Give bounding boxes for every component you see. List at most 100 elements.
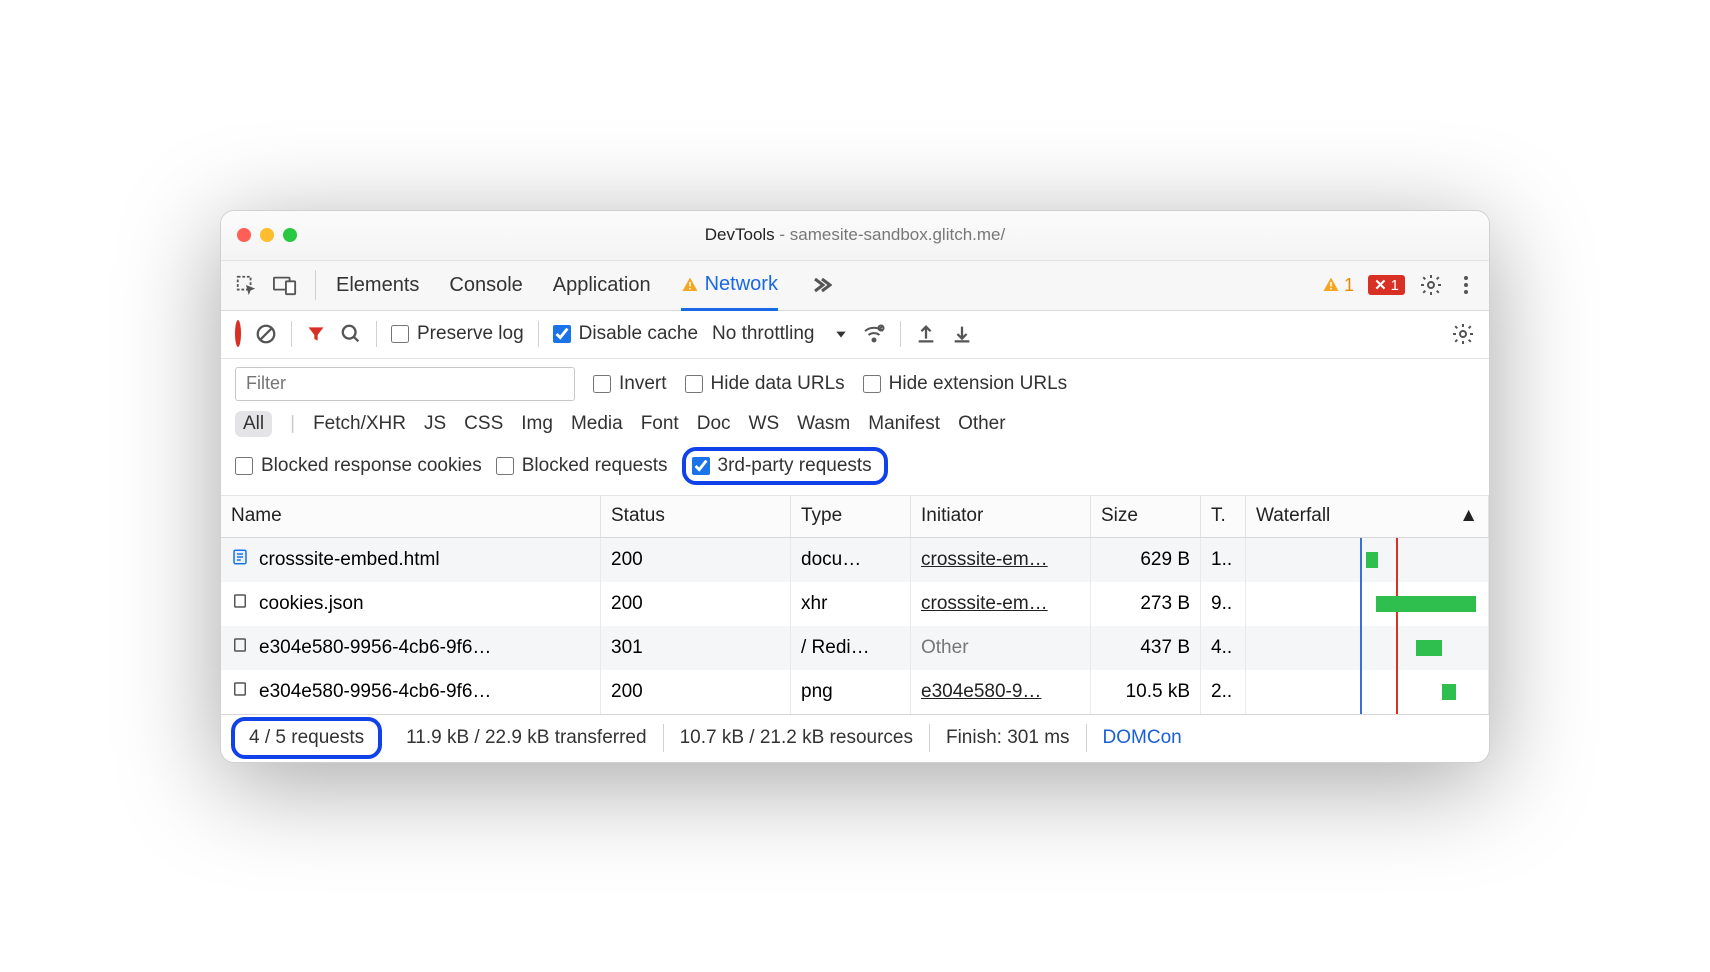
chip-js[interactable]: JS <box>424 413 446 435</box>
cell-waterfall <box>1246 538 1489 582</box>
request-name: e304e580-9956-4cb6-9f6… <box>259 681 491 703</box>
clear-icon[interactable] <box>255 323 277 345</box>
tab-network[interactable]: Network <box>681 273 778 311</box>
wifi-icon[interactable] <box>862 322 886 346</box>
more-tabs-icon[interactable] <box>808 273 832 297</box>
cell-status: 200 <box>601 670 791 714</box>
status-resources: 10.7 kB / 21.2 kB resources <box>664 724 930 752</box>
col-status[interactable]: Status <box>601 496 791 537</box>
cell-size: 437 B <box>1091 626 1201 670</box>
invert-checkbox[interactable]: Invert <box>593 373 667 395</box>
tab-application[interactable]: Application <box>553 274 651 297</box>
requests-count: 4 / 5 requests <box>249 727 364 748</box>
file-icon <box>231 636 249 660</box>
chip-wasm[interactable]: Wasm <box>797 413 850 435</box>
network-toolbar: Preserve log Disable cache No throttling <box>221 311 1489 359</box>
titlebar: DevTools - samesite-sandbox.glitch.me/ <box>221 211 1489 261</box>
hide-data-urls-checkbox[interactable]: Hide data URLs <box>685 373 845 395</box>
devtools-window: DevTools - samesite-sandbox.glitch.me/ E… <box>220 210 1490 763</box>
cell-waterfall <box>1246 670 1489 714</box>
inspect-icon[interactable] <box>235 274 257 296</box>
errors-badge[interactable]: ✕1 <box>1368 275 1405 295</box>
network-table-body: crosssite-embed.html200docu…crosssite-em… <box>221 538 1489 714</box>
chip-media[interactable]: Media <box>571 413 623 435</box>
col-name[interactable]: Name <box>221 496 601 537</box>
col-size[interactable]: Size <box>1091 496 1201 537</box>
status-dom[interactable]: DOMCon <box>1087 724 1198 752</box>
search-icon[interactable] <box>340 323 362 345</box>
waterfall-bar <box>1366 552 1378 568</box>
waterfall-bar <box>1376 596 1476 612</box>
device-icon[interactable] <box>273 274 297 296</box>
preserve-log-checkbox[interactable]: Preserve log <box>391 323 524 345</box>
chip-manifest[interactable]: Manifest <box>868 413 940 435</box>
blocked-requests-checkbox[interactable]: Blocked requests <box>496 455 668 477</box>
cell-size: 273 B <box>1091 582 1201 626</box>
cell-type: / Redi… <box>791 626 911 670</box>
chevron-down-icon <box>834 327 848 341</box>
cell-waterfall <box>1246 582 1489 626</box>
hide-extension-urls-checkbox[interactable]: Hide extension URLs <box>863 373 1067 395</box>
file-icon <box>231 548 249 572</box>
status-finish: Finish: 301 ms <box>930 724 1087 752</box>
col-type[interactable]: Type <box>791 496 911 537</box>
table-row[interactable]: cookies.json 200xhr crosssite-em… 273 B9.. <box>221 582 1489 626</box>
cell-initiator: e304e580-9… <box>911 670 1091 714</box>
chip-ws[interactable]: WS <box>749 413 780 435</box>
blocked-cookies-checkbox[interactable]: Blocked response cookies <box>235 455 482 477</box>
table-row[interactable]: crosssite-embed.html200docu… crosssite-em… <box>221 538 1489 582</box>
waterfall-bar <box>1416 640 1442 656</box>
chip-doc[interactable]: Doc <box>697 413 731 435</box>
cell-status: 301 <box>601 626 791 670</box>
filter-input[interactable] <box>235 367 575 401</box>
col-initiator[interactable]: Initiator <box>911 496 1091 537</box>
filter-icon[interactable] <box>306 324 326 344</box>
chip-other[interactable]: Other <box>958 413 1006 435</box>
initiator-link[interactable]: crosssite-em… <box>921 549 1048 571</box>
window-title: DevTools - samesite-sandbox.glitch.me/ <box>221 225 1489 245</box>
cell-time: 2.. <box>1201 670 1246 714</box>
resource-type-chips: All | Fetch/XHR JS CSS Img Media Font Do… <box>235 411 1475 437</box>
download-icon[interactable] <box>951 323 973 345</box>
chip-fetch[interactable]: Fetch/XHR <box>313 413 406 435</box>
chip-all[interactable]: All <box>235 411 272 437</box>
cell-waterfall <box>1246 626 1489 670</box>
network-statusbar: 4 / 5 requests 11.9 kB / 22.9 kB transfe… <box>221 714 1489 762</box>
third-party-checkbox[interactable]: 3rd-party requests <box>692 455 872 477</box>
cell-status: 200 <box>601 582 791 626</box>
gear-icon[interactable] <box>1419 273 1443 297</box>
chip-css[interactable]: CSS <box>464 413 503 435</box>
cell-time: 9.. <box>1201 582 1246 626</box>
cell-name: crosssite-embed.html <box>221 538 601 582</box>
tab-console[interactable]: Console <box>449 274 522 297</box>
chip-img[interactable]: Img <box>521 413 553 435</box>
warnings-badge[interactable]: 1 <box>1322 275 1354 296</box>
table-row[interactable]: e304e580-9956-4cb6-9f6…301/ Redi…Other43… <box>221 626 1489 670</box>
disable-cache-checkbox[interactable]: Disable cache <box>553 323 698 345</box>
initiator-link[interactable]: crosssite-em… <box>921 593 1048 615</box>
gear-icon[interactable] <box>1451 322 1475 346</box>
cell-name: cookies.json <box>221 582 601 626</box>
cell-type: xhr <box>791 582 911 626</box>
network-filters: Invert Hide data URLs Hide extension URL… <box>221 359 1489 496</box>
chip-font[interactable]: Font <box>641 413 679 435</box>
upload-icon[interactable] <box>915 323 937 345</box>
throttling-select[interactable]: No throttling <box>712 323 848 345</box>
kebab-icon[interactable] <box>1457 273 1475 297</box>
cell-name: e304e580-9956-4cb6-9f6… <box>221 670 601 714</box>
cell-initiator: crosssite-em… <box>911 538 1091 582</box>
cell-initiator: crosssite-em… <box>911 582 1091 626</box>
cell-size: 10.5 kB <box>1091 670 1201 714</box>
table-row[interactable]: e304e580-9956-4cb6-9f6…200pnge304e580-9…… <box>221 670 1489 714</box>
cell-status: 200 <box>601 538 791 582</box>
request-name: e304e580-9956-4cb6-9f6… <box>259 637 491 659</box>
col-time[interactable]: T. <box>1201 496 1246 537</box>
record-button[interactable] <box>235 323 241 345</box>
initiator-link[interactable]: e304e580-9… <box>921 681 1041 703</box>
cell-time: 1.. <box>1201 538 1246 582</box>
warning-icon <box>681 276 699 294</box>
tab-elements[interactable]: Elements <box>336 274 419 297</box>
col-waterfall[interactable]: Waterfall▲ <box>1246 496 1489 537</box>
cell-type: docu… <box>791 538 911 582</box>
request-name: cookies.json <box>259 593 364 615</box>
